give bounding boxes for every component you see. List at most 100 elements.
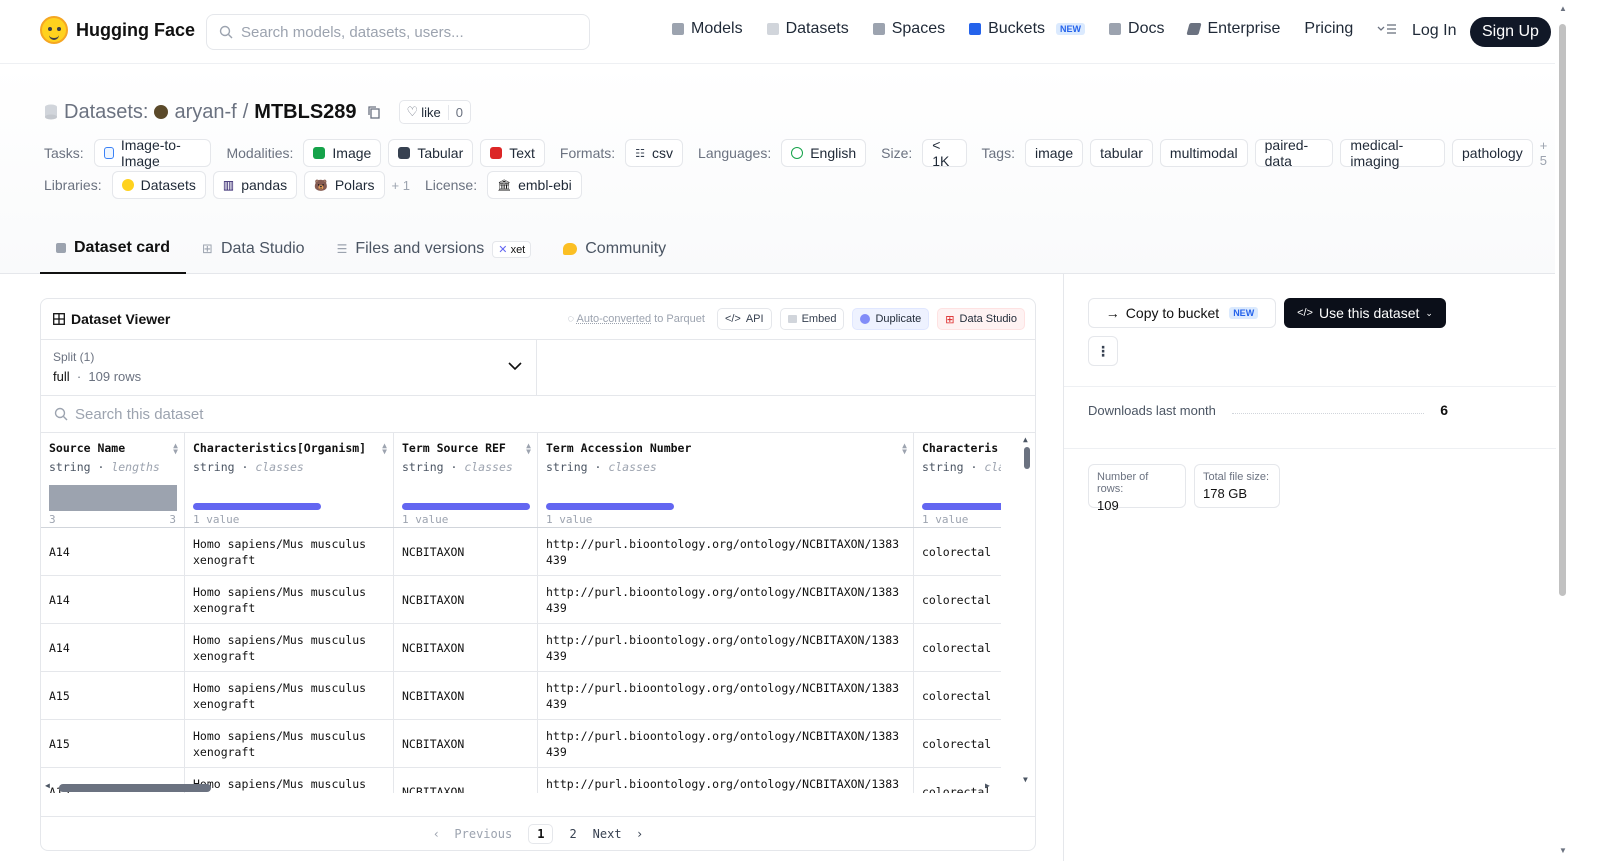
sort-icon[interactable]: ▲ ▼ (526, 442, 531, 456)
scroll-up-icon[interactable]: ▲ (1559, 4, 1567, 13)
table-cell[interactable]: http://purl.bioontology.org/ontology/NCB… (538, 576, 914, 623)
table-cell[interactable]: NCBITAXON (394, 528, 538, 575)
tag-license[interactable]: 🏛 embl-ebi (487, 171, 582, 199)
table-row[interactable]: A14 Homo sapiens/Mus musculus xenograft NC… (41, 576, 1001, 624)
class-bar[interactable] (193, 503, 321, 510)
vertical-scroll-thumb[interactable] (1024, 447, 1030, 469)
tag-pathology[interactable]: pathology (1452, 139, 1533, 167)
libraries-more-link[interactable]: + 1 (392, 178, 410, 193)
table-cell[interactable]: NCBITAXON (394, 576, 538, 623)
tag-tabular-kw[interactable]: tabular (1090, 139, 1153, 167)
table-cell[interactable]: A14 (41, 528, 185, 575)
table-cell[interactable]: Homo sapiens/Mus musculus xenograft (185, 672, 394, 719)
table-cell[interactable]: colorectal (914, 528, 1001, 575)
table-row[interactable]: A14 Homo sapiens/Mus musculus xenograft NC… (41, 624, 1001, 672)
sort-icon[interactable]: ▲ ▼ (902, 442, 907, 456)
split-selector[interactable]: Split (1) full · 109 rows (41, 340, 537, 396)
global-search-input[interactable]: Search models, datasets, users... (206, 14, 590, 50)
previous-page-button[interactable]: ‹ Previous (433, 827, 512, 841)
page-scroll-thumb[interactable] (1559, 24, 1566, 596)
table-cell[interactable]: A14 (41, 576, 185, 623)
signup-button[interactable]: Sign Up (1470, 17, 1551, 47)
class-bar[interactable] (402, 503, 530, 510)
class-bar[interactable] (922, 503, 1001, 510)
scroll-right-icon[interactable]: ▶ (985, 781, 990, 790)
dataset-search-input[interactable]: Search this dataset (41, 396, 1035, 433)
tab-files-and-versions[interactable]: ☰ Files and versions ✕ xet (321, 224, 548, 274)
tag-lib-polars[interactable]: 🐻 Polars (304, 171, 385, 199)
tag-image-to-image[interactable]: Image-to-Image (93, 137, 212, 169)
sort-icon[interactable]: ▲ ▼ (382, 442, 387, 456)
tag-text[interactable]: Text (480, 139, 545, 167)
table-row[interactable]: A15Homo sapiens/Mus musculus xenograftNC… (41, 672, 1001, 720)
next-page-button[interactable]: Next › (593, 827, 644, 841)
tab-data-studio[interactable]: ⊞ Data Studio (186, 224, 321, 274)
horizontal-scroll-thumb[interactable] (59, 784, 211, 792)
auto-converted-link[interactable]: Auto-converted (577, 313, 652, 325)
table-cell[interactable]: http://purl.bioontology.org/ontology/NCB… (538, 624, 914, 671)
nav-pricing[interactable]: Pricing (1304, 20, 1353, 38)
tag-tabular[interactable]: Tabular (388, 139, 474, 167)
table-vertical-scrollbar[interactable]: ▲ ▼ (1021, 433, 1033, 788)
table-cell[interactable]: NCBITAXON (394, 720, 538, 767)
nav-spaces[interactable]: Spaces (872, 20, 945, 38)
tag-csv[interactable]: ☷ csv (625, 139, 684, 167)
scroll-up-icon[interactable]: ▲ (1023, 435, 1028, 444)
table-cell[interactable]: colorectal (914, 720, 1001, 767)
tag-paired-data[interactable]: paired-data (1254, 137, 1334, 169)
api-button[interactable]: </> API (716, 308, 772, 330)
table-cell[interactable]: colorectal (914, 624, 1001, 671)
table-cell[interactable]: NCBITAXON (394, 672, 538, 719)
table-row[interactable]: A14 Homo sapiens/Mus musculus xenograft NC… (41, 528, 1001, 576)
tag-lib-datasets[interactable]: Datasets (111, 171, 206, 199)
tab-dataset-card[interactable]: Dataset card (40, 224, 187, 274)
table-cell[interactable]: Homo sapiens/Mus musculus xenograft (185, 720, 394, 767)
duplicate-button[interactable]: Duplicate (852, 308, 930, 330)
nav-more-menu[interactable] (1377, 22, 1397, 36)
table-row[interactable]: A15Homo sapiens/Mus musculus xenograftNC… (41, 720, 1001, 768)
like-button[interactable]: ♡ like 0 (398, 100, 471, 124)
table-cell[interactable]: http://purl.bioontology.org/ontology/NCB… (538, 720, 914, 767)
tag-english[interactable]: English (781, 139, 867, 167)
table-cell[interactable]: A14 (41, 624, 185, 671)
repo-owner-link[interactable]: aryan-f (174, 101, 236, 124)
copy-to-bucket-button[interactable]: → Copy to bucket NEW (1088, 298, 1276, 328)
copy-icon[interactable] (367, 105, 381, 119)
table-cell[interactable]: http://purl.bioontology.org/ontology/NCB… (538, 672, 914, 719)
page-1-button[interactable]: 1 (528, 823, 554, 844)
hf-logo[interactable]: Hugging Face (40, 16, 195, 44)
scroll-down-icon[interactable]: ▼ (1023, 775, 1028, 784)
column-header-term-source-ref[interactable]: Term Source REF string · classes ▲ ▼ 1 va… (394, 433, 538, 527)
table-cell[interactable]: NCBITAXON (394, 624, 538, 671)
owner-avatar[interactable] (154, 105, 169, 119)
nav-models[interactable]: Models (672, 20, 743, 38)
data-studio-button[interactable]: ⊞ Data Studio (937, 308, 1025, 330)
tags-more-link[interactable]: + 5 (1540, 138, 1555, 168)
use-this-dataset-button[interactable]: </> Use this dataset ⌄ (1284, 298, 1446, 328)
table-cell[interactable]: colorectal (914, 672, 1001, 719)
table-cell[interactable]: Homo sapiens/Mus musculus xenograft (185, 624, 394, 671)
tag-medical-imaging[interactable]: medical-imaging (1340, 137, 1445, 169)
column-header-organism[interactable]: Characteristics[Organism] string · class… (185, 433, 394, 527)
table-cell[interactable]: A15 (41, 720, 185, 767)
class-bar[interactable] (546, 503, 674, 510)
page-2-button[interactable]: 2 (569, 827, 576, 841)
tag-image-kw[interactable]: image (1024, 139, 1084, 167)
nav-enterprise[interactable]: Enterprise (1186, 20, 1280, 38)
table-cell[interactable]: http://purl.bioontology.org/ontology/NCB… (538, 528, 914, 575)
scroll-left-icon[interactable]: ◀ (45, 781, 50, 790)
table-cell[interactable]: Homo sapiens/Mus musculus xenograft (185, 576, 394, 623)
login-link[interactable]: Log In (1412, 22, 1456, 40)
tag-multimodal[interactable]: multimodal (1159, 139, 1248, 167)
column-header-characteristics[interactable]: Characteris string · cla 1 value (914, 433, 1001, 527)
column-header-source-name[interactable]: Source Name string · lengths ▲ ▼ 33 (41, 433, 185, 527)
table-cell[interactable]: A15 (41, 672, 185, 719)
nav-buckets[interactable]: Buckets NEW (969, 20, 1086, 38)
sort-icon[interactable]: ▲ ▼ (173, 442, 178, 456)
nav-docs[interactable]: Docs (1109, 20, 1164, 38)
tag-lib-pandas[interactable]: ▥ pandas (212, 171, 298, 199)
tag-size[interactable]: < 1K (922, 137, 967, 169)
scroll-down-icon[interactable]: ▼ (1559, 846, 1567, 855)
more-options-button[interactable]: ⋮ (1088, 336, 1118, 366)
auto-converted-note[interactable]: ◌ Auto-converted to Parquet (568, 313, 705, 325)
